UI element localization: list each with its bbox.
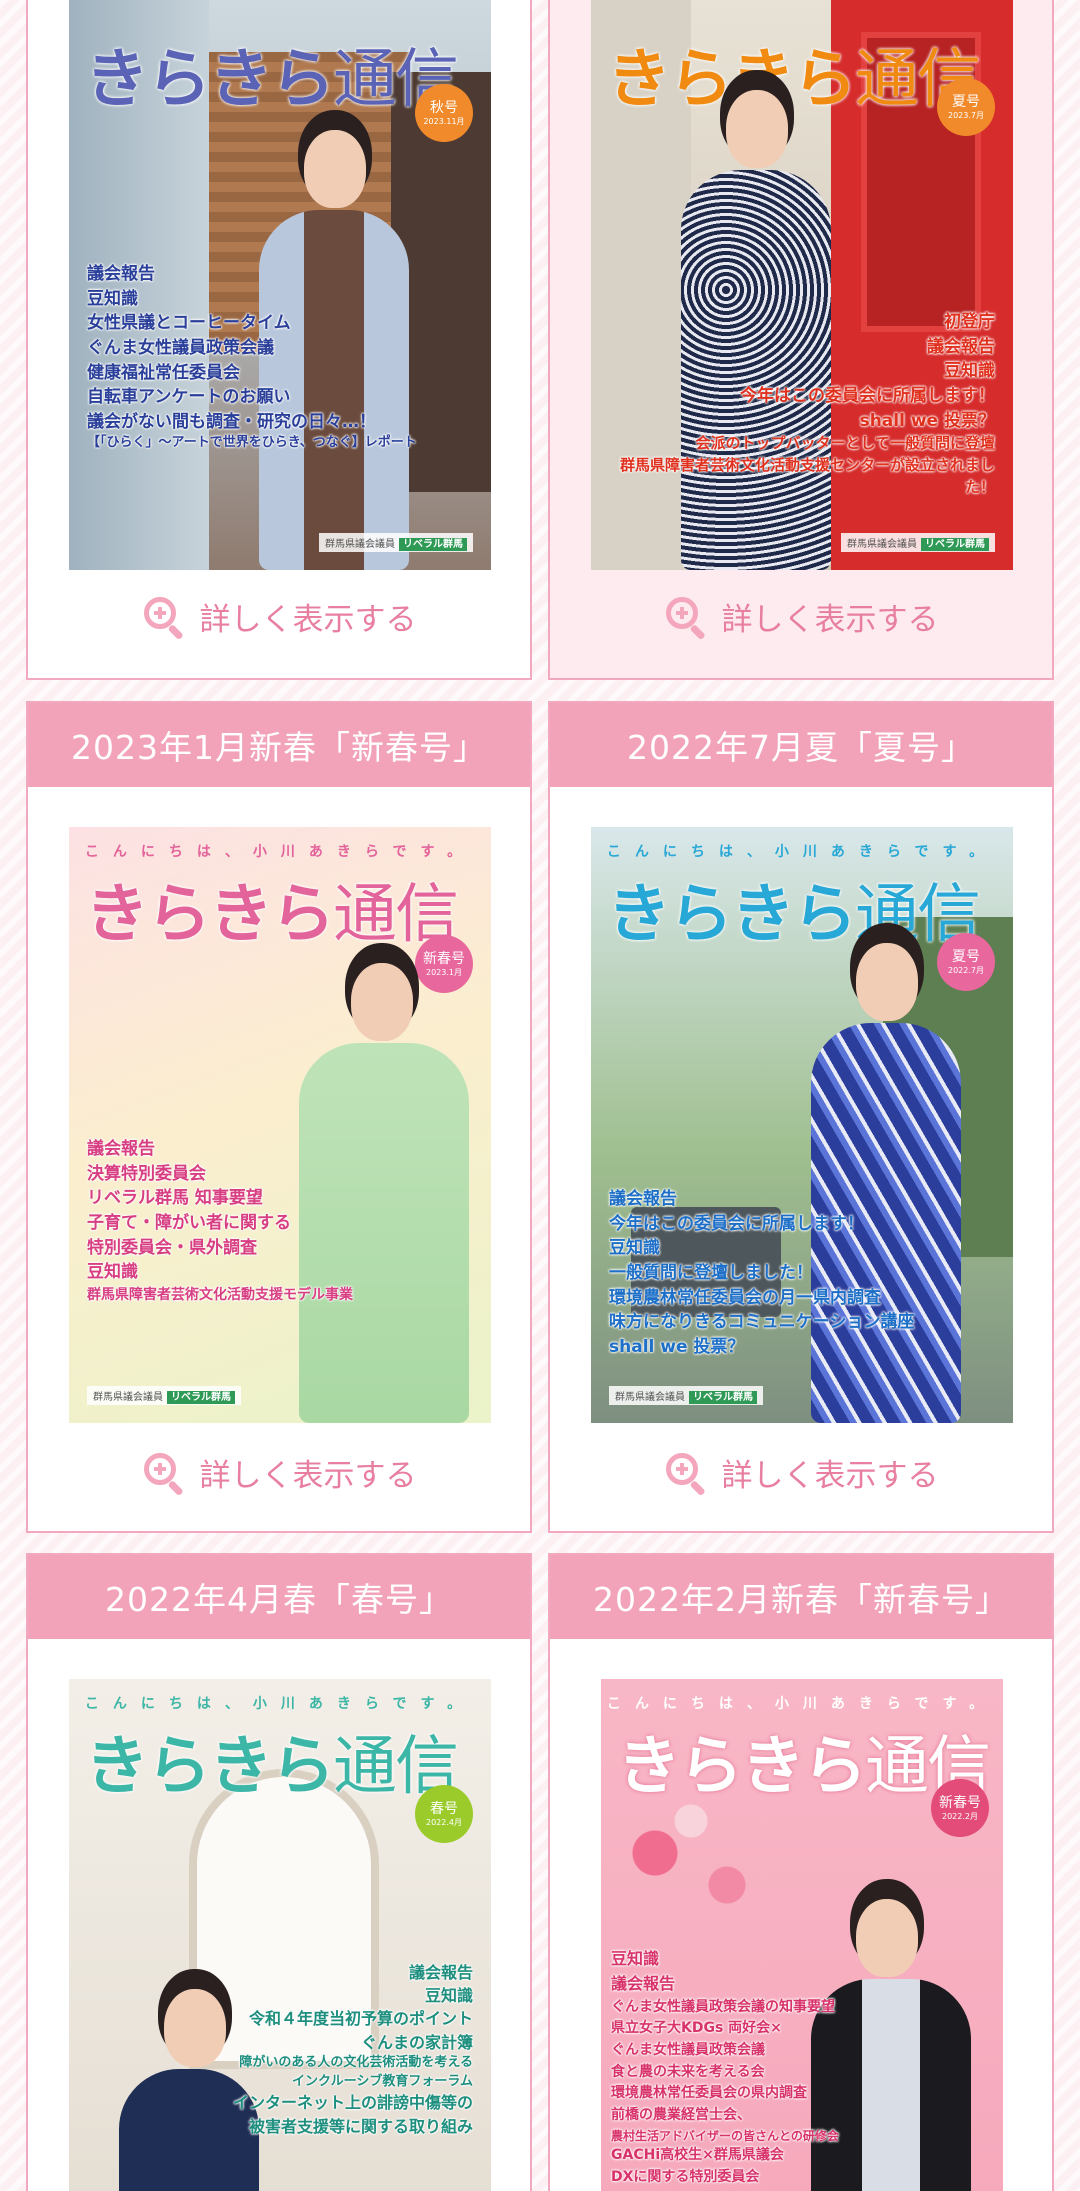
issue-card-2022-summer: 2022年7月夏「夏号」 こんにちは、小川あきらです。 きらきら通信 夏号 202… [548, 701, 1054, 1533]
cover-footer: 群馬県議会議員 リベラル群馬 [609, 1386, 763, 1405]
detail-link-label: 詳しく表示する [721, 602, 939, 638]
issue-card-2023-new-year: 2023年1月新春「新春号」 こんにちは、小川あきらです。 きらきら通信 新春号… [26, 701, 532, 1533]
cover-series-line: こんにちは、小川あきらです。 [606, 1696, 998, 1712]
cover-brand: きらきら通信 [607, 878, 981, 952]
issue-card-2023-summer: きらきら通信 夏号 2023.7月 初登庁 議会報告 豆知識 今年はこの委員会に所… [548, 0, 1054, 680]
zoom-in-icon [664, 595, 708, 640]
issue-title: 2023年1月新春「新春号」 [28, 703, 530, 787]
issue-title: 2022年2月新春「新春号」 [550, 1555, 1052, 1639]
cover-brand: きらきら通信 [85, 43, 459, 117]
detail-link-label: 詳しく表示する [199, 1458, 417, 1494]
detail-link[interactable]: 詳しく表示する [28, 1450, 530, 1496]
cover-brand: きらきら通信 [617, 1730, 991, 1804]
season-badge: 新春号 2022.2月 [931, 1779, 989, 1837]
zoom-in-icon [142, 1451, 186, 1496]
detail-link-label: 詳しく表示する [199, 602, 417, 638]
issue-title: 2022年7月夏「夏号」 [550, 703, 1052, 787]
detail-link[interactable]: 詳しく表示する [550, 594, 1052, 640]
season-badge: 夏号 2023.7月 [937, 78, 995, 136]
cover-footer: 群馬県議会議員 リベラル群馬 [319, 533, 473, 552]
cover-headlines: 初登庁 議会報告 豆知識 今年はこの委員会に所属します！ shall we 投票… [619, 312, 995, 496]
cover-headlines: 豆知識 議会報告 ぐんま女性議員政策会議の知事要望 県立女子大KDGs 両好会×… [611, 1949, 839, 2185]
detail-link[interactable]: 詳しく表示する [550, 1450, 1052, 1496]
detail-link[interactable]: 詳しく表示する [28, 594, 530, 640]
cover-image[interactable]: こんにちは、小川あきらです。 きらきら通信 夏号 2022.7月 議会報告 今年は… [591, 827, 1013, 1423]
cover-image[interactable]: きらきら通信 夏号 2023.7月 初登庁 議会報告 豆知識 今年はこの委員会に所… [591, 0, 1013, 570]
issue-card-2022-new-year: 2022年2月新春「新春号」 こんにちは、小川あきらです。 きらきら通信 新春号… [548, 1553, 1054, 2191]
zoom-in-icon [664, 1451, 708, 1496]
zoom-in-icon [142, 595, 186, 640]
issue-title: 2022年4月春「春号」 [28, 1555, 530, 1639]
cover-series-line: こんにちは、小川あきらです。 [84, 1696, 476, 1712]
cover-headlines: 議会報告 豆知識 女性県議とコーヒータイム ぐんま女性議員政策会議 健康福祉常任… [87, 264, 417, 451]
cover-brand: きらきら通信 [85, 1730, 459, 1804]
season-badge: 春号 2022.4月 [415, 1785, 473, 1843]
cover-footer: 群馬県議会議員 リベラル群馬 [87, 1386, 241, 1405]
cover-series-line: こんにちは、小川あきらです。 [84, 844, 476, 860]
cover-headlines: 議会報告 決算特別委員会 リベラル群馬 知事要望 子育て・障がい者に関する 特別… [87, 1139, 353, 1303]
detail-link-label: 詳しく表示する [721, 1458, 939, 1494]
cover-brand: きらきら通信 [85, 878, 459, 952]
issue-card-2023-autumn: きらきら通信 秋号 2023.11月 議会報告 豆知識 女性県議とコーヒータイム … [26, 0, 532, 680]
issue-card-2022-spring: 2022年4月春「春号」 こんにちは、小川あきらです。 きらきら通信 春号 202… [26, 1553, 532, 2191]
cover-image[interactable]: きらきら通信 秋号 2023.11月 議会報告 豆知識 女性県議とコーヒータイム … [69, 0, 491, 570]
cover-image[interactable]: こんにちは、小川あきらです。 きらきら通信 新春号 2022.2月 豆知識 議会報… [601, 1679, 1003, 2191]
cover-image[interactable]: こんにちは、小川あきらです。 きらきら通信 春号 2022.4月 議会報告 豆知識… [69, 1679, 491, 2191]
cover-headlines: 議会報告 豆知識 令和４年度当初予算のポイント ぐんまの家計簿 障がいのある人の… [232, 1963, 473, 2136]
cover-headlines: 議会報告 今年はこの委員会に所属します！ 豆知識 一般質問に登壇しました！ 環境… [609, 1189, 915, 1357]
cover-footer: 群馬県議会議員 リベラル群馬 [841, 533, 995, 552]
cover-image[interactable]: こんにちは、小川あきらです。 きらきら通信 新春号 2023.1月 議会報告 決算… [69, 827, 491, 1423]
cover-series-line: こんにちは、小川あきらです。 [606, 844, 998, 860]
season-badge: 秋号 2023.11月 [415, 84, 473, 142]
